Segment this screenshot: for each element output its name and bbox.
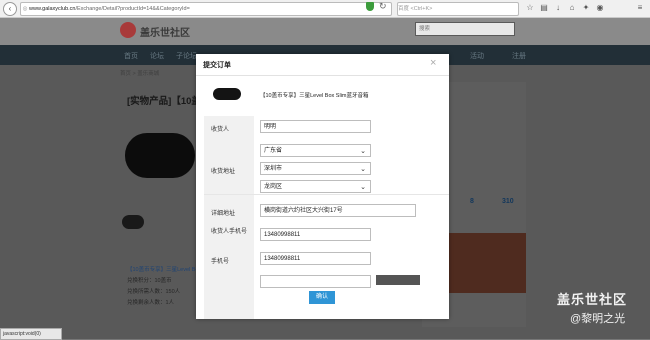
recipient-value: 明明 [264,124,277,130]
product-name: 【10盖币专享】三星Level Box Slim蓝牙音箱 [260,93,369,99]
chevron-down-icon: ⌄ [360,184,366,191]
library-icon[interactable]: ▤ [539,3,549,13]
url-path: /Exchange/Detail?productId=14&&CategoryI… [75,6,190,12]
province-value: 广东省 [264,148,283,154]
confirm-button[interactable]: 确认 [309,291,335,304]
district-select[interactable]: 龙岗区 ⌄ [260,180,371,193]
recipient-input[interactable]: 明明 [260,120,371,133]
province-select[interactable]: 广东省 ⌄ [260,144,371,157]
site-search-input[interactable]: 搜索 [415,22,515,36]
share-icon[interactable]: ◉ [595,3,605,13]
phone-label: 收货人手机号 [211,229,248,235]
site-search-placeholder: 搜索 [419,26,431,32]
district-value: 龙岗区 [264,184,283,190]
status-bar: javascript:void(0) [0,328,62,340]
submit-order-modal: 提交订单 × 【10盖币专享】三星Level Box Slim蓝牙音箱 收货人 … [196,54,449,319]
globe-icon: ◎ [22,6,28,12]
form-label-column [204,116,254,319]
browser-search-bar[interactable]: 百度 <Ctrl+K> [397,2,519,16]
recipient-label: 收货人 [211,127,230,133]
detail-address-label: 详细地址 [211,211,236,217]
verification-code-input[interactable] [260,275,371,288]
chevron-down-icon: ⌄ [360,166,366,173]
form-row-divider [204,194,449,195]
modal-divider [196,75,449,76]
bookmark-star-icon[interactable]: ☆ [525,3,535,13]
phone-input[interactable]: 13480998811 [260,228,371,241]
site-header [0,18,650,45]
modal-title: 提交订单 [203,62,231,69]
mobile-value: 13480998811 [264,256,301,262]
chevron-down-icon: ⌄ [360,148,366,155]
address-label: 收货地址 [211,169,236,175]
send-code-button[interactable] [376,275,420,285]
url-host: www.galaxyclub.cn [29,6,76,12]
watermark-author: @黎明之光 [570,313,626,325]
site-logo-text[interactable]: 盖乐世社区 [140,24,190,39]
phone-value: 13480998811 [264,232,301,238]
address-bar[interactable]: ◎ www.galaxyclub.cn/Exchange/Detail?produ… [20,2,392,16]
extension-icon[interactable]: ✦ [581,3,591,13]
detail-address-value: 横岗街道六约社区大兴街17号 [264,208,343,214]
shield-icon[interactable] [366,2,374,11]
browser-search-placeholder: 百度 <Ctrl+K> [398,6,433,12]
close-icon[interactable]: × [430,57,436,69]
watermark-brand: 盖乐世社区 [557,292,628,307]
detail-address-input[interactable]: 横岗街道六约社区大兴街17号 [260,204,416,217]
back-icon[interactable]: ‹ [3,2,17,16]
site-logo-icon[interactable] [120,22,136,38]
city-select[interactable]: 深圳市 ⌄ [260,162,371,175]
mobile-label: 手机号 [211,259,230,265]
mobile-input[interactable]: 13480998811 [260,252,371,265]
download-icon[interactable]: ↓ [553,3,563,13]
menu-icon[interactable]: ≡ [635,3,645,13]
product-thumbnail-image [213,88,241,100]
reload-icon[interactable]: ↻ [379,1,387,12]
city-value: 深圳市 [264,166,283,172]
home-icon[interactable]: ⌂ [567,3,577,13]
